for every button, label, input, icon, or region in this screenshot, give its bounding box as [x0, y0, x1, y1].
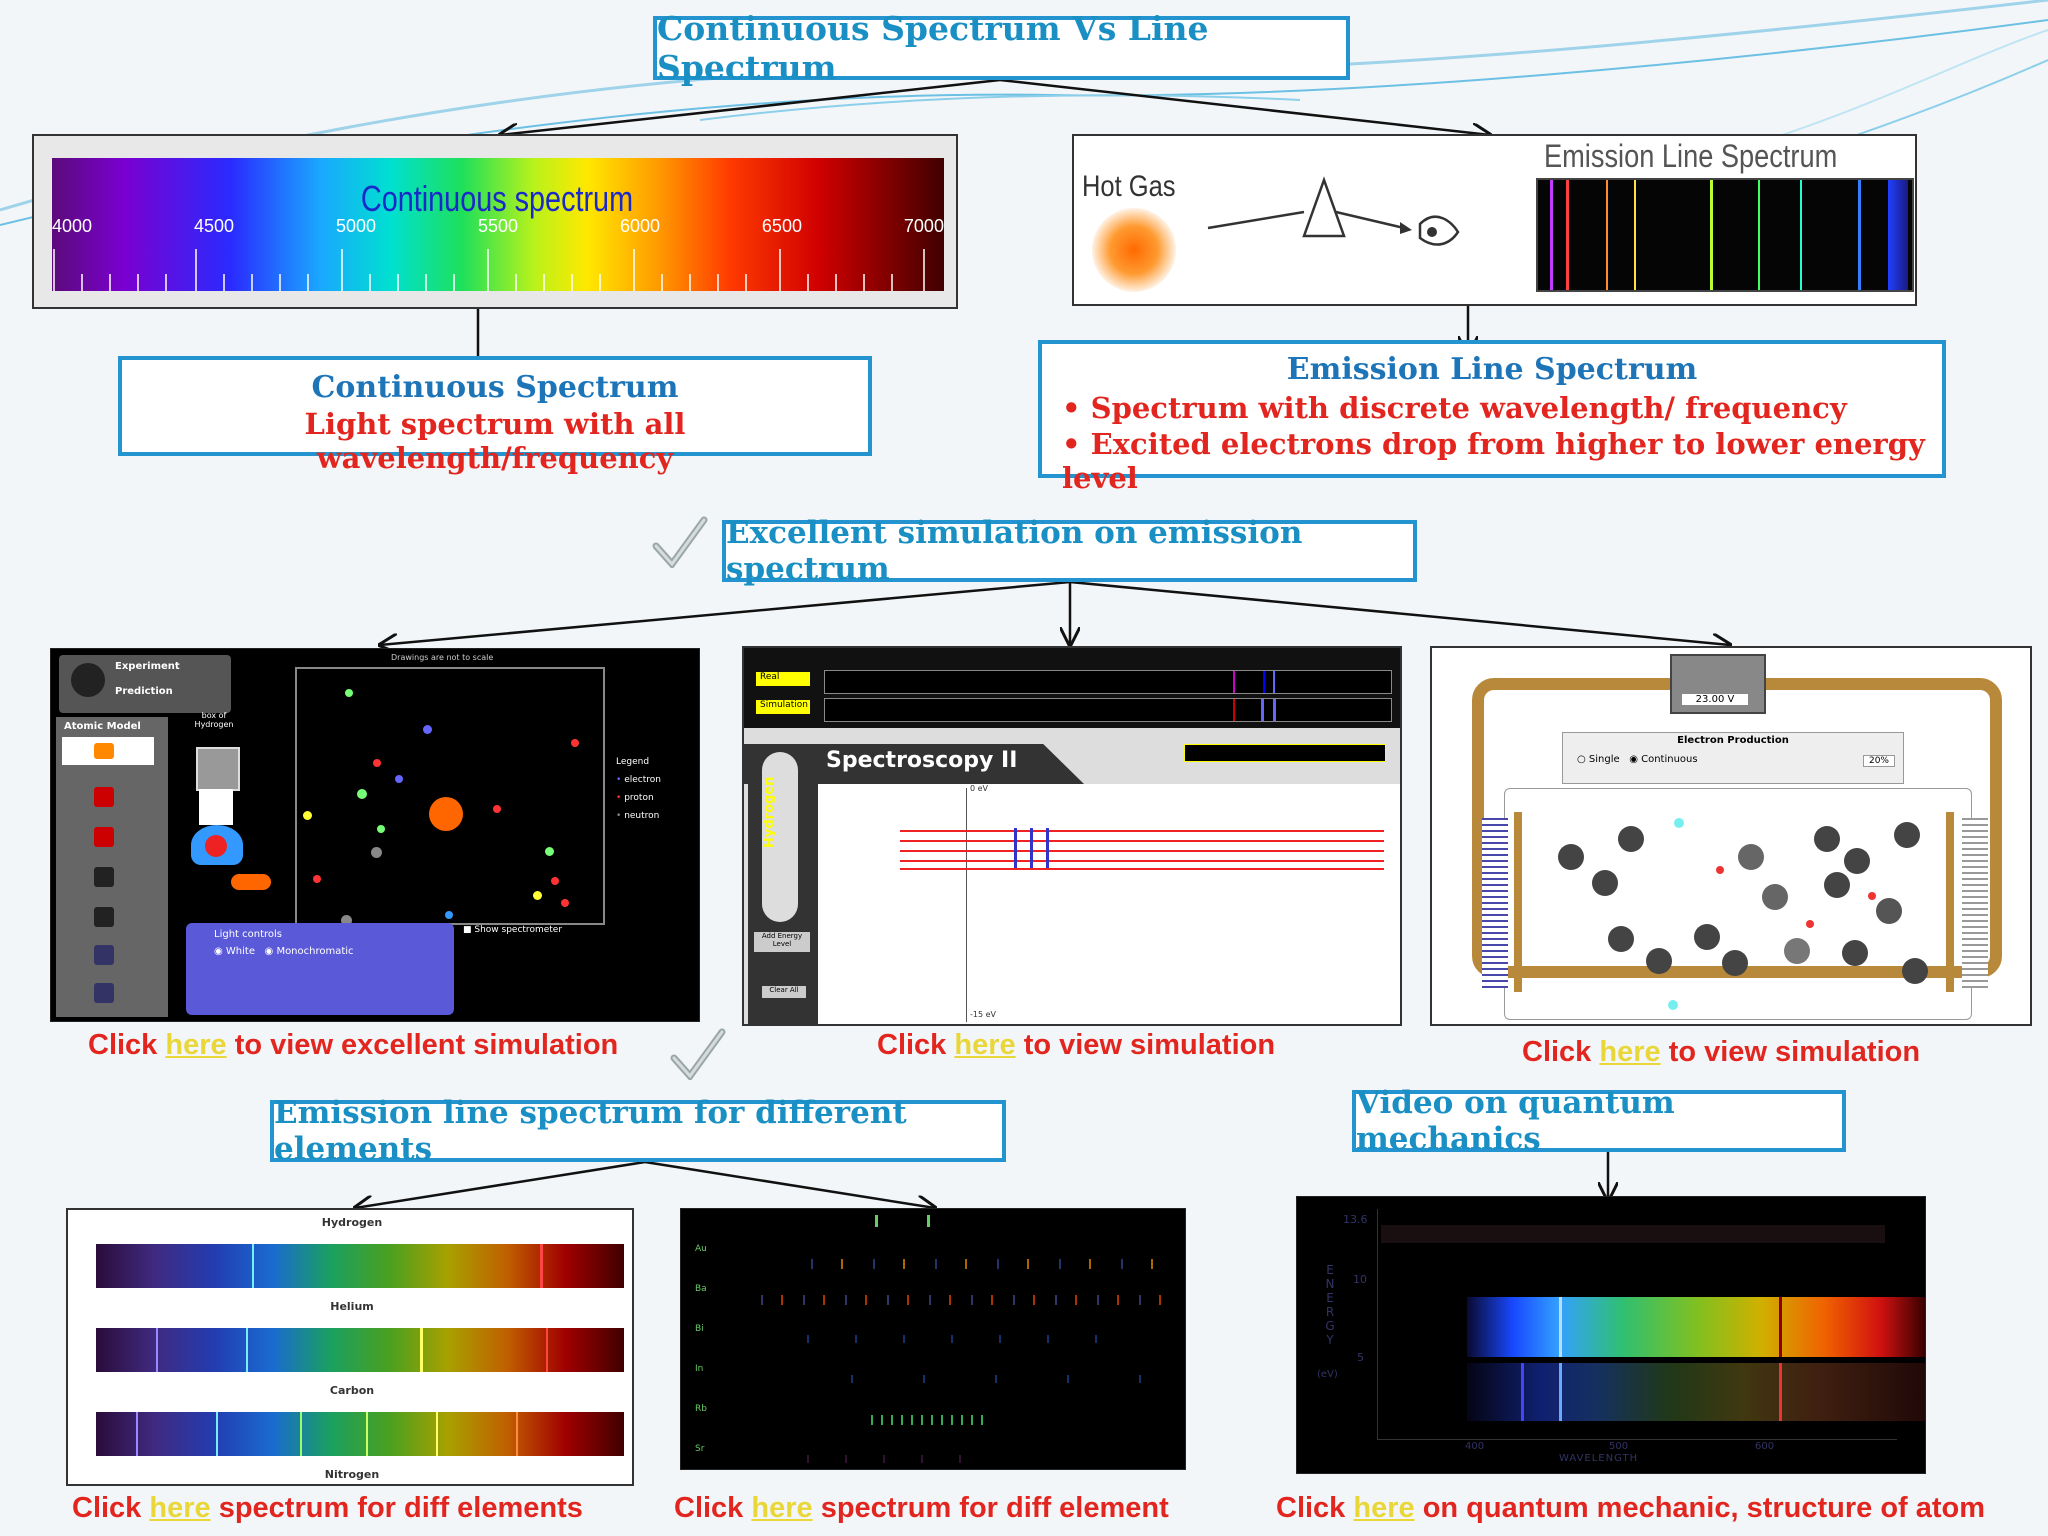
caption-sim2: Click here to view simulation [877, 1029, 1276, 1061]
element-label: In [695, 1364, 704, 1374]
elements-2-link[interactable]: here [751, 1492, 812, 1524]
x-tick: 400 [1465, 1441, 1485, 1452]
legend-electron: • electron [616, 775, 661, 785]
simulation-3-image: 23.00 V Electron Production ○ Single ◉ C… [1430, 646, 2032, 1026]
energy-value: 13.6 [1343, 1213, 1368, 1226]
continuous-box-heading: Continuous Spectrum [311, 370, 679, 405]
element-spectra-image: Hydrogen Helium Carbon Nitrogen [66, 1208, 634, 1486]
hot-gas-label: Hot Gas [1082, 170, 1176, 203]
sim2-link[interactable]: here [954, 1029, 1015, 1061]
top-energy: 0 eV [970, 784, 989, 793]
simulation-title: Excellent simulation on emission spectru… [722, 515, 1417, 587]
video-thumbnail[interactable]: ENERGY (eV) 13.6 10 5 400 500 600 WAVELE… [1296, 1196, 1926, 1474]
percent-field[interactable]: 20% [1863, 755, 1895, 767]
electron-production: Electron Production [1677, 735, 1789, 746]
sim1-light-controls: Light controls ◉ White ◉ Monochromatic [186, 923, 454, 1015]
video-link[interactable]: here [1353, 1492, 1414, 1524]
emission-box-heading: Emission Line Spectrum [1286, 352, 1698, 387]
element-name: Helium [330, 1300, 374, 1313]
main-title: Continuous Spectrum Vs Line Spectrum [653, 9, 1350, 87]
sim1-legend: Legend [616, 757, 650, 767]
x-axis-label: WAVELENGTH [1559, 1453, 1639, 1464]
tick-label: 6000 [619, 216, 660, 236]
x-tick: 600 [1755, 1441, 1775, 1452]
element-label: Bi [695, 1324, 704, 1334]
tick-marks [53, 249, 925, 291]
mono-radio[interactable]: ◉ Monochromatic [265, 946, 354, 957]
sim1-show-spectrometer[interactable]: ■ Show spectrometer [463, 925, 562, 935]
element-name: Hydrogen [321, 1216, 383, 1229]
tick-label: 4000 [52, 216, 93, 236]
check-icon [670, 1028, 726, 1080]
x-tick: 500 [1609, 1441, 1629, 1452]
continuous-band [1467, 1297, 1925, 1357]
sim1-atom-view [295, 667, 605, 926]
element-label: Sr [695, 1444, 705, 1454]
energy-axis-label: ENERGY [1325, 1263, 1335, 1347]
emission-box-bullet: • Excited electrons drop from higher to … [1062, 427, 1925, 495]
legend-proton: • proton [616, 793, 654, 803]
tick-label: 5000 [335, 216, 377, 236]
continuous-spectrum-label: Continuous spectrum [360, 178, 634, 219]
continuous-box-text: Light spectrum with all wavelength/frequ… [304, 407, 686, 475]
sim1-link[interactable]: here [165, 1029, 226, 1061]
sim1-note: Drawings are not to scale [391, 653, 494, 662]
caption-video: Click here on quantum mechanic, structur… [1276, 1492, 1986, 1524]
tick-label: 6500 [761, 216, 802, 236]
simulation-2-image: Real Simulation Spectroscopy II Hydrogen… [742, 646, 1402, 1026]
check-icon [652, 516, 708, 568]
caption-elements-2: Click here spectrum for diff element [674, 1492, 1169, 1524]
tick-label: 4500 [193, 216, 235, 236]
element-label: Rb [695, 1404, 707, 1414]
emission-spectrum-box: Emission Line Spectrum • Spectrum with d… [1038, 340, 1946, 495]
emission-spectrum-panel: Hot Gas Emission Line Spectrum [1072, 134, 1917, 306]
energy-value: 5 [1357, 1351, 1364, 1364]
sim2-title: Spectroscopy II [826, 748, 1018, 773]
elements-title: Emission line spectrum for different ele… [270, 1095, 1006, 1167]
continuous-spectrum-box: Continuous Spectrum Light spectrum with … [118, 356, 872, 475]
voltage-readout: 23.00 V [1682, 694, 1748, 705]
add-energy-button[interactable]: Add Energy Level [754, 932, 810, 952]
sim1-prediction[interactable]: Prediction [115, 686, 231, 697]
caption-sim3: Click here to view simulation [1522, 1036, 1921, 1068]
hot-gas-glow [1092, 208, 1176, 292]
simulation-label[interactable]: Simulation [756, 700, 810, 714]
emission-box-bullet: • Spectrum with discrete wavelength/ fre… [1062, 391, 1847, 425]
sim1-atomic-model: Atomic Model [64, 721, 141, 732]
emission-line-strip [1536, 178, 1914, 292]
absorption-band [1467, 1363, 1925, 1421]
continuous-spectrum-panel: Continuous spectrum 4000 4500 5000 5500 … [32, 134, 958, 309]
continuous-radio[interactable]: ◉ Continuous [1629, 754, 1697, 765]
element-label: Hydrogen [762, 776, 777, 848]
sim1-experiment[interactable]: Experiment [115, 661, 231, 672]
prism-diagram [1207, 176, 1460, 246]
energy-value: 10 [1353, 1273, 1367, 1286]
element-lines-image: Au Ba Bi In Rb Sr [680, 1208, 1186, 1470]
wavelength-ticks: 4000 4500 5000 5500 6000 6500 7000 [52, 216, 944, 246]
element-label: Ba [695, 1284, 707, 1294]
bottom-energy: -15 eV [970, 1010, 997, 1019]
caption-sim1: Click here to view excellent simulation [88, 1029, 619, 1061]
sim3-link[interactable]: here [1599, 1036, 1660, 1068]
real-label[interactable]: Real [756, 672, 810, 686]
emission-spectrum-label: Emission Line Spectrum [1544, 138, 1838, 174]
white-radio[interactable]: ◉ White [214, 946, 255, 957]
clear-all-button[interactable]: Clear All [762, 986, 806, 998]
single-radio[interactable]: ○ Single [1577, 754, 1620, 765]
tick-label: 5500 [477, 216, 518, 236]
caption-elements-1: Click here spectrum for diff elements [72, 1492, 583, 1524]
simulation-1-image: Experiment Prediction Atomic Model box o… [50, 648, 700, 1022]
legend-neutron: • neutron [616, 811, 660, 821]
video-title: Video on quantum mechanics [1352, 1085, 1846, 1157]
elements-1-link[interactable]: here [149, 1492, 210, 1524]
energy-unit: (eV) [1317, 1369, 1338, 1380]
element-name: Carbon [329, 1384, 375, 1397]
tick-label: 7000 [903, 216, 944, 236]
sim1-box-label: box of Hydrogen [194, 711, 234, 729]
element-label: Au [695, 1244, 707, 1254]
element-name: Nitrogen [324, 1468, 380, 1481]
